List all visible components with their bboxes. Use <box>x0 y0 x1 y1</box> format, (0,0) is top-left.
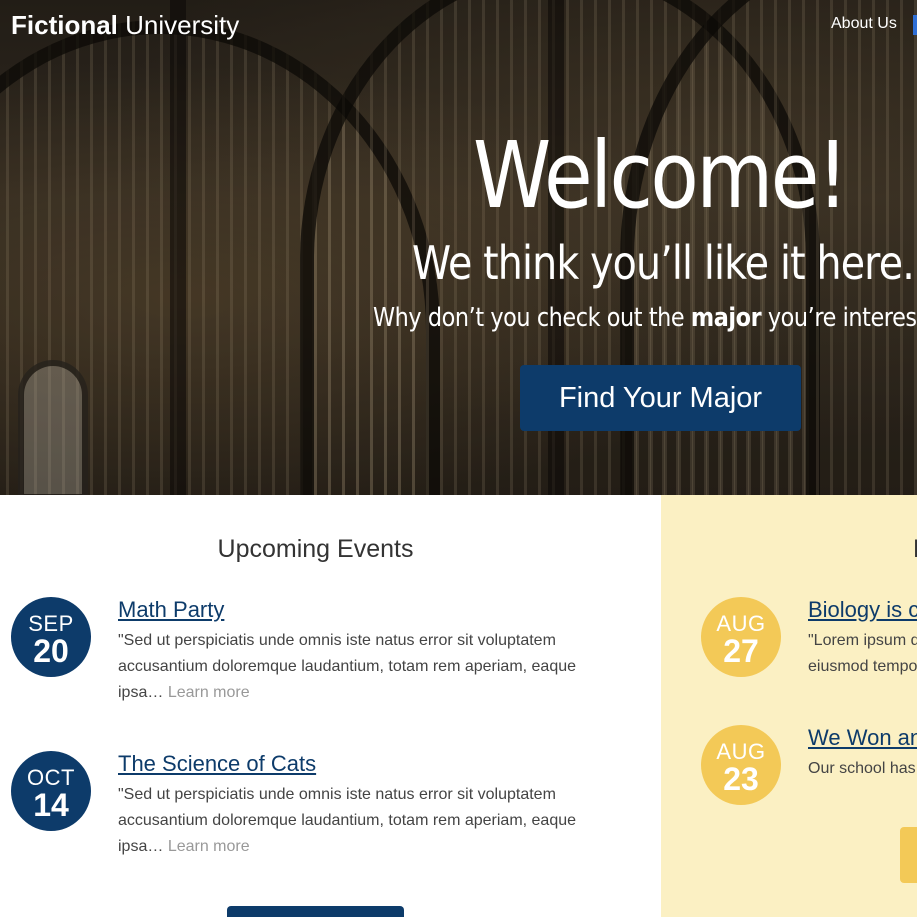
post-title-link[interactable]: Biology is c <box>808 597 917 623</box>
hero-tagline-bold: major <box>690 303 762 333</box>
event-excerpt: "Sed ut perspiciatis unde omnis iste nat… <box>118 628 588 706</box>
blog-panel: F AUG 27 Biology is c "Lorem ipsum d eiu… <box>661 495 917 917</box>
post-day: 23 <box>723 761 759 797</box>
nav-link-about[interactable]: About Us <box>831 15 897 33</box>
event-date-badge[interactable]: SEP 20 <box>11 597 91 677</box>
post-title-link[interactable]: We Won an <box>808 725 917 751</box>
post-date-badge[interactable]: AUG 27 <box>701 597 781 677</box>
event-title-link[interactable]: The Science of Cats <box>118 751 316 777</box>
view-all-posts-button[interactable] <box>900 827 917 883</box>
blog-heading: F <box>913 535 917 564</box>
event-date-badge[interactable]: OCT 14 <box>11 751 91 831</box>
post-excerpt: Our school has <box>808 756 917 782</box>
view-all-events-button[interactable] <box>227 906 404 917</box>
post-excerpt-line: Our school has <box>808 760 916 777</box>
event-excerpt: "Sed ut perspiciatis unde omnis iste nat… <box>118 782 588 860</box>
post-excerpt-line: "Lorem ipsum d <box>808 632 917 649</box>
learn-more-link[interactable]: Learn more <box>168 684 250 701</box>
hero-banner: Fictional University About Us Welcome! W… <box>0 0 917 495</box>
event-title-link[interactable]: Math Party <box>118 597 224 623</box>
site-logo[interactable]: Fictional University <box>11 10 239 41</box>
post-day: 27 <box>723 633 759 669</box>
hero-tagline: Why don’t you check out the major you’re… <box>373 303 917 333</box>
post-excerpt-line: eiusmod tempo <box>808 658 917 675</box>
learn-more-link[interactable]: Learn more <box>168 838 250 855</box>
nav-edge-highlight <box>913 15 917 35</box>
hero-tagline-start: Why don’t you check out the <box>373 303 691 333</box>
event-day: 20 <box>33 633 69 669</box>
post-excerpt: "Lorem ipsum d eiusmod tempo <box>808 628 917 680</box>
post-date-badge[interactable]: AUG 23 <box>701 725 781 805</box>
logo-light-text: University <box>125 10 240 40</box>
logo-bold-text: Fictional <box>11 10 118 40</box>
find-your-major-button[interactable]: Find Your Major <box>520 365 801 431</box>
hero-tagline-end: you’re interested <box>767 303 917 333</box>
event-day: 14 <box>33 787 69 823</box>
hero-subtitle: We think you’ll like it here. <box>412 236 915 290</box>
events-heading: Upcoming Events <box>217 535 414 563</box>
hero-title: Welcome! <box>473 122 849 229</box>
